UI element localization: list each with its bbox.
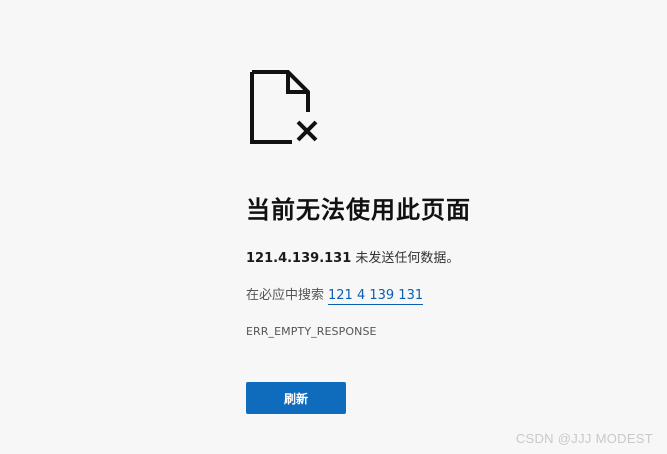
search-link[interactable]: 121 4 139 131: [328, 288, 424, 305]
host-address: 121.4.139.131: [246, 251, 352, 266]
error-detail: 121.4.139.131 未发送任何数据。: [246, 247, 459, 266]
error-detail-text: 未发送任何数据。: [351, 251, 460, 266]
page-title: 当前无法使用此页面: [246, 196, 471, 224]
search-suggestion: 在必应中搜索 121 4 139 131: [246, 284, 424, 305]
refresh-button[interactable]: 刷新: [246, 382, 346, 414]
watermark: CSDN @JJJ MODEST: [515, 431, 653, 446]
error-code: ERR_EMPTY_RESPONSE: [246, 325, 377, 338]
search-prefix: 在必应中搜索: [246, 288, 325, 303]
broken-document-icon: [250, 70, 322, 146]
